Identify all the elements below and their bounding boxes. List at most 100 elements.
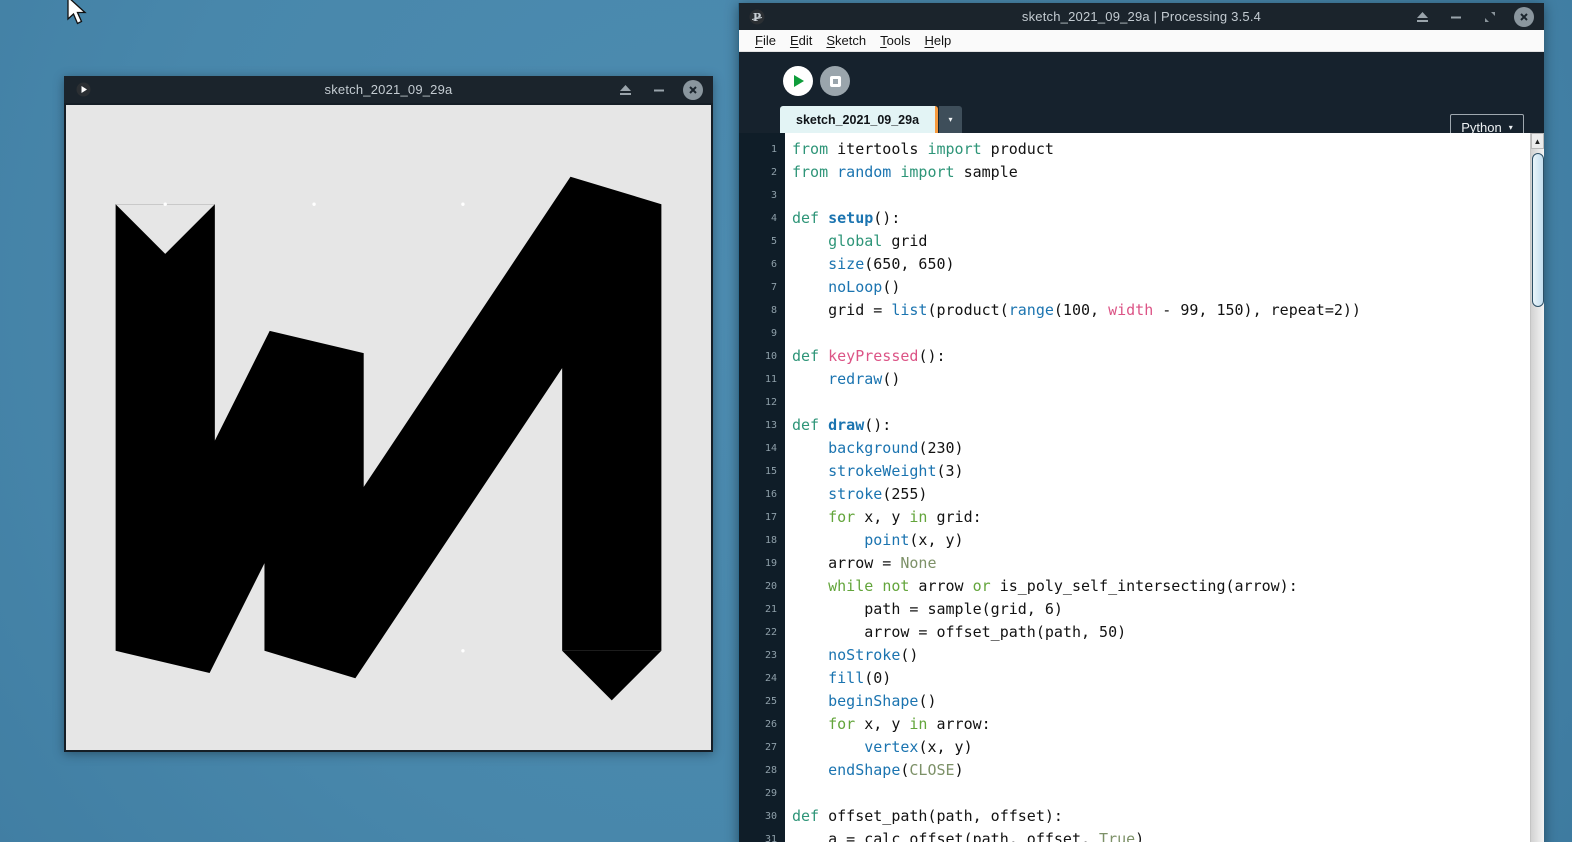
mouse-cursor <box>67 0 87 25</box>
code-line[interactable]: fill(0) <box>792 667 1530 690</box>
toolbar: Python ▾ <box>739 52 1544 141</box>
close-icon[interactable] <box>683 79 703 100</box>
code-line[interactable]: a = calc_offset(path, offset, True) <box>792 828 1530 842</box>
code-line[interactable]: arrow = None <box>792 552 1530 575</box>
restore-icon[interactable] <box>1480 7 1500 27</box>
line-number-gutter: 1 2 3 4 5 6 7 8 9 10 11 12 13 14 15 16 17 18 19 20 21 22 23 24 2… <box>739 133 785 842</box>
line-number: 2 <box>770 167 777 178</box>
stop-icon <box>829 75 841 87</box>
code-line[interactable]: for x, y in arrow: <box>792 713 1530 736</box>
code-line[interactable]: path = sample(grid, 6) <box>792 598 1530 621</box>
close-icon[interactable] <box>1514 6 1534 27</box>
minimize-icon[interactable] <box>649 80 669 100</box>
code-line[interactable] <box>792 184 1530 207</box>
ide-titlebar[interactable]: P sketch_2021_09_29a | Processing 3.5.4 <box>739 3 1544 30</box>
stop-button[interactable] <box>820 66 850 96</box>
vertical-scrollbar[interactable]: ▲ <box>1530 133 1544 842</box>
line-number: 15 <box>764 466 777 477</box>
minimize-icon[interactable] <box>1446 7 1466 27</box>
tab-sketch[interactable]: sketch_2021_09_29a <box>780 106 939 133</box>
line-number: 4 <box>770 213 777 224</box>
grid-point-dot <box>163 202 167 206</box>
menu-item-file[interactable]: File <box>748 33 783 48</box>
tab-menu-button[interactable]: ▾ <box>939 106 963 133</box>
menu-item-tools[interactable]: Tools <box>873 33 917 48</box>
code-line[interactable]: point(x, y) <box>792 529 1530 552</box>
code-line[interactable]: stroke(255) <box>792 483 1530 506</box>
line-number: 14 <box>764 443 777 454</box>
code-line[interactable]: endShape(CLOSE) <box>792 759 1530 782</box>
grid-point-dot <box>461 202 465 206</box>
code-line[interactable]: global grid <box>792 230 1530 253</box>
code-line[interactable]: strokeWeight(3) <box>792 460 1530 483</box>
code-line[interactable]: from itertools import product <box>792 138 1530 161</box>
code-line[interactable]: def draw(): <box>792 414 1530 437</box>
code-line[interactable]: background(230) <box>792 437 1530 460</box>
code-line[interactable]: size(650, 650) <box>792 253 1530 276</box>
line-number: 6 <box>770 259 777 270</box>
line-number: 17 <box>764 512 777 523</box>
line-number: 31 <box>764 834 777 842</box>
scrollbar-thumb[interactable] <box>1531 153 1544 307</box>
tab-strip: sketch_2021_09_29a ▾ <box>739 105 1544 133</box>
menu-bar: File Edit Sketch Tools Help <box>739 30 1544 52</box>
menu-item-sketch[interactable]: Sketch <box>819 33 873 48</box>
chevron-down-icon: ▾ <box>1508 123 1513 132</box>
scroll-up-arrow-icon[interactable]: ▲ <box>1531 133 1544 149</box>
line-number: 29 <box>764 788 777 799</box>
processing-ide-window: P sketch_2021_09_29a | Processing 3.5.4 <box>738 3 1544 842</box>
line-number: 13 <box>764 420 777 431</box>
line-number: 18 <box>764 535 777 546</box>
grid-point-dot <box>312 202 316 206</box>
code-line[interactable]: def keyPressed(): <box>792 345 1530 368</box>
line-number: 22 <box>764 627 777 638</box>
line-number: 27 <box>764 742 777 753</box>
menu-item-edit[interactable]: Edit <box>783 33 819 48</box>
line-number: 25 <box>764 696 777 707</box>
sketch-canvas[interactable] <box>64 103 713 752</box>
line-number: 20 <box>764 581 777 592</box>
line-number: 8 <box>770 305 777 316</box>
eject-icon[interactable] <box>615 80 635 100</box>
menu-item-help[interactable]: Help <box>917 33 958 48</box>
line-number: 1 <box>770 144 777 155</box>
line-number: 5 <box>770 236 777 247</box>
line-number: 10 <box>764 351 777 362</box>
code-line[interactable]: while not arrow or is_poly_self_intersec… <box>792 575 1530 598</box>
grid-point-dot <box>461 649 465 653</box>
chevron-down-icon: ▾ <box>948 115 953 124</box>
line-number: 28 <box>764 765 777 776</box>
code-line[interactable]: def offset_path(path, offset): <box>792 805 1530 828</box>
sketch-window-titlebar[interactable]: sketch_2021_09_29a <box>64 76 713 103</box>
line-number: 23 <box>764 650 777 661</box>
line-number: 30 <box>764 811 777 822</box>
code-line[interactable]: grid = list(product(range(100, width - 9… <box>792 299 1530 322</box>
code-line[interactable]: for x, y in grid: <box>792 506 1530 529</box>
line-number: 19 <box>764 558 777 569</box>
code-editor[interactable]: 1 2 3 4 5 6 7 8 9 10 11 12 13 14 15 16 17 18 19 20 21 22 23 24 2… <box>739 133 1544 842</box>
line-number: 11 <box>764 374 777 385</box>
line-number: 3 <box>770 190 777 201</box>
line-number: 21 <box>764 604 777 615</box>
code-line[interactable]: redraw() <box>792 368 1530 391</box>
line-number: 9 <box>770 328 777 339</box>
code-line[interactable]: def setup(): <box>792 207 1530 230</box>
play-icon <box>794 75 804 87</box>
eject-icon[interactable] <box>1412 7 1432 27</box>
code-line[interactable]: noLoop() <box>792 276 1530 299</box>
code-line[interactable]: from random import sample <box>792 161 1530 184</box>
line-number: 24 <box>764 673 777 684</box>
code-line[interactable]: noStroke() <box>792 644 1530 667</box>
tab-label: sketch_2021_09_29a <box>796 112 920 127</box>
code-line[interactable] <box>792 782 1530 805</box>
code-line[interactable]: vertex(x, y) <box>792 736 1530 759</box>
code-line[interactable] <box>792 322 1530 345</box>
code-area[interactable]: from itertools import product from random… <box>785 133 1530 842</box>
line-number: 26 <box>764 719 777 730</box>
code-line[interactable]: beginShape() <box>792 690 1530 713</box>
code-line[interactable] <box>792 391 1530 414</box>
code-line[interactable]: arrow = offset_path(path, 50) <box>792 621 1530 644</box>
line-number: 16 <box>764 489 777 500</box>
run-button[interactable] <box>783 66 813 96</box>
sketch-run-icon <box>76 82 91 97</box>
